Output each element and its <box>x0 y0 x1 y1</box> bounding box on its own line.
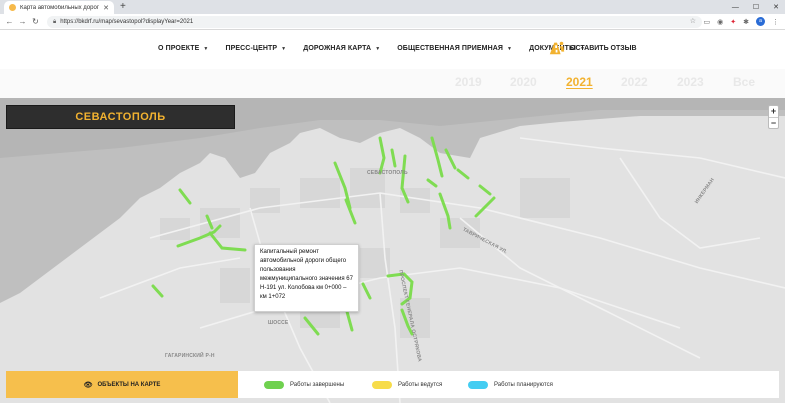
year-2019[interactable]: 2019 <box>455 75 482 89</box>
back-icon[interactable]: ← <box>3 17 16 26</box>
road-network <box>99 137 785 403</box>
tab-title: Карта автомобильных дорог Се <box>20 4 101 11</box>
extensions-area: ▭ ◉ ✦ ✱ a ⋮ <box>704 17 779 26</box>
puzzle-icon[interactable]: ✱ <box>743 18 749 26</box>
zoom-out-button[interactable]: − <box>769 117 778 128</box>
close-tab-icon[interactable]: ✕ <box>103 4 109 12</box>
browser-tab[interactable]: Карта автомобильных дорог Се ✕ <box>4 1 114 14</box>
map-label-district: ГАГАРИНСКИЙ Р-Н <box>165 353 215 359</box>
feedback-link[interactable]: ОСТАВИТЬ ОТЗЫВ <box>548 39 637 57</box>
reload-icon[interactable]: ↻ <box>29 17 42 26</box>
urban-blocks <box>160 168 570 338</box>
menu-label: ОБЩЕСТВЕННАЯ ПРИЕМНАЯ <box>397 45 504 52</box>
menu-item-reception[interactable]: ОБЩЕСТВЕННАЯ ПРИЕМНАЯ ▼ <box>397 45 512 52</box>
account-avatar[interactable]: a <box>756 17 765 26</box>
legend-item-in-progress: Работы ведутся <box>372 380 443 389</box>
legend-swatch-done <box>264 380 284 389</box>
city-title: СЕВАСТОПОЛЬ <box>6 105 235 129</box>
objects-on-map-button[interactable]: 👁︎ ОБЪЕКТЫ НА КАРТЕ <box>6 371 238 398</box>
map-canvas[interactable]: СЕВАСТОПОЛЬ ТАВРИЧЕСКАЯ УЛ. ПРОСПЕКТ ГЕН… <box>0 98 785 403</box>
year-2021[interactable]: 2021 <box>566 75 593 89</box>
menu-label: ПРЕСС-ЦЕНТР <box>225 45 278 52</box>
bookmark-star-icon[interactable]: ☆ <box>690 17 696 25</box>
menu-label: О ПРОЕКТЕ <box>158 45 200 52</box>
browser-tab-bar: Карта автомобильных дорог Се ✕ + — ☐ ✕ <box>0 0 785 14</box>
eye-icon: 👁︎ <box>83 381 93 389</box>
map-base <box>0 98 785 403</box>
maximize-icon[interactable]: ☐ <box>753 3 759 11</box>
cast-icon[interactable]: ▭ <box>704 18 711 26</box>
caret-down-icon: ▼ <box>203 45 209 52</box>
feedback-label: ОСТАВИТЬ ОТЗЫВ <box>570 44 637 52</box>
year-all[interactable]: Все <box>733 75 755 89</box>
address-bar[interactable]: 🔒︎ https://bkdrf.ru/map/sevastopol?displ… <box>47 16 702 28</box>
legend-label: Работы планируются <box>494 381 553 388</box>
map-label-city: СЕВАСТОПОЛЬ <box>367 170 408 176</box>
legend-item-planned: Работы планируются <box>468 380 553 389</box>
map-legend: Работы завершены Работы ведутся Работы п… <box>238 371 779 398</box>
extension-red-icon[interactable]: ✦ <box>730 18 736 26</box>
year-2023[interactable]: 2023 <box>677 75 704 89</box>
year-selector: 2019 2020 2021 2022 2023 Все <box>0 69 785 98</box>
legend-label: Работы завершены <box>290 381 345 388</box>
lock-icon: 🔒︎ <box>53 18 57 25</box>
year-2022[interactable]: 2022 <box>621 75 648 89</box>
road-worker-icon <box>549 41 565 55</box>
window-controls: — ☐ ✕ <box>732 0 779 14</box>
more-menu-icon[interactable]: ⋮ <box>772 18 779 26</box>
legend-item-done: Работы завершены <box>264 380 345 389</box>
road-info-popup: Капитальный ремонт автомобильной дороги … <box>254 244 359 312</box>
zoom-in-button[interactable]: + <box>769 106 778 117</box>
year-2020[interactable]: 2020 <box>510 75 537 89</box>
caret-down-icon: ▼ <box>375 45 381 52</box>
extension-icon[interactable]: ◉ <box>717 18 723 26</box>
forward-icon[interactable]: → <box>16 17 29 26</box>
site-header: О ПРОЕКТЕ ▼ ПРЕСС-ЦЕНТР ▼ ДОРОЖНАЯ КАРТА ▼ … <box>0 31 785 69</box>
site-favicon-icon <box>9 4 16 11</box>
legend-swatch-planned <box>468 380 488 389</box>
legend-label: Работы ведутся <box>398 381 443 388</box>
zoom-control: + − <box>768 105 779 129</box>
objects-button-label: ОБЪЕКТЫ НА КАРТЕ <box>97 381 161 388</box>
new-tab-icon[interactable]: + <box>120 1 126 13</box>
caret-down-icon: ▼ <box>507 45 513 52</box>
caret-down-icon: ▼ <box>281 45 287 52</box>
menu-label: ДОРОЖНАЯ КАРТА <box>303 45 372 52</box>
legend-swatch-in-progress <box>372 380 392 389</box>
close-window-icon[interactable]: ✕ <box>773 3 779 11</box>
menu-item-press[interactable]: ПРЕСС-ЦЕНТР ▼ <box>225 45 286 52</box>
url-text: https://bkdrf.ru/map/sevastopol?displayY… <box>60 19 194 25</box>
main-menu: О ПРОЕКТЕ ▼ ПРЕСС-ЦЕНТР ▼ ДОРОЖНАЯ КАРТА ▼ … <box>158 45 585 52</box>
map-label-highway: ШОССЕ <box>268 320 289 326</box>
browser-toolbar: ← → ↻ 🔒︎ https://bkdrf.ru/map/sevastopol… <box>0 14 785 30</box>
menu-item-roadmap[interactable]: ДОРОЖНАЯ КАРТА ▼ <box>303 45 380 52</box>
minimize-icon[interactable]: — <box>732 4 739 11</box>
menu-item-about[interactable]: О ПРОЕКТЕ ▼ <box>158 45 208 52</box>
